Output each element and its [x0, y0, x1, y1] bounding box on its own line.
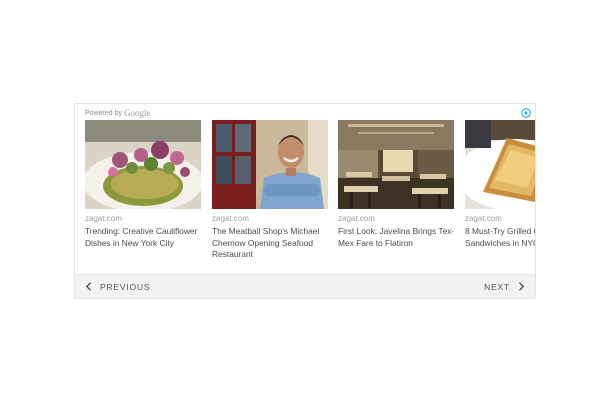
- google-brand: Google: [123, 108, 151, 118]
- card-carousel: zagat.com Trending: Creative Cauliflower…: [85, 120, 536, 270]
- content-card[interactable]: zagat.com 8 Must-Try Grilled Cheese Sand…: [465, 120, 536, 249]
- powered-by-google: Powered by Google: [85, 108, 150, 118]
- chef-portrait-thumbnail[interactable]: [212, 120, 328, 209]
- previous-label: PREVIOUS: [100, 281, 151, 292]
- previous-button[interactable]: PREVIOUS: [85, 275, 150, 298]
- next-label: NEXT: [484, 281, 510, 292]
- powered-by-label: Powered by: [85, 109, 122, 117]
- card-title[interactable]: 8 Must-Try Grilled Cheese Sandwiches in …: [465, 226, 535, 249]
- card-source: zagat.com: [212, 214, 249, 223]
- card-source: zagat.com: [338, 214, 375, 223]
- grilled-cheese-thumbnail[interactable]: [465, 120, 536, 209]
- card-source: zagat.com: [465, 214, 502, 223]
- chevron-left-icon: [85, 282, 91, 291]
- next-button[interactable]: NEXT: [484, 275, 525, 298]
- content-card[interactable]: zagat.com The Meatball Shop's Michael Ch…: [212, 120, 328, 261]
- card-title[interactable]: First Look: Javelina Brings Tex-Mex Fare…: [338, 226, 460, 249]
- adchoices-icon[interactable]: [521, 108, 531, 118]
- card-title[interactable]: The Meatball Shop's Michael Chernow Open…: [212, 226, 334, 261]
- carousel-navigation: PREVIOUS NEXT: [75, 274, 535, 298]
- card-source: zagat.com: [85, 214, 122, 223]
- chevron-right-icon: [519, 282, 525, 291]
- content-card[interactable]: zagat.com First Look: Javelina Brings Te…: [338, 120, 454, 249]
- restaurant-interior-thumbnail[interactable]: [338, 120, 454, 209]
- card-title[interactable]: Trending: Creative Cauliflower Dishes in…: [85, 226, 207, 249]
- content-card[interactable]: zagat.com Trending: Creative Cauliflower…: [85, 120, 201, 249]
- cauliflower-dish-thumbnail[interactable]: [85, 120, 201, 209]
- recommended-content-widget: Powered by Google zagat.com Trending: Cr…: [74, 103, 536, 299]
